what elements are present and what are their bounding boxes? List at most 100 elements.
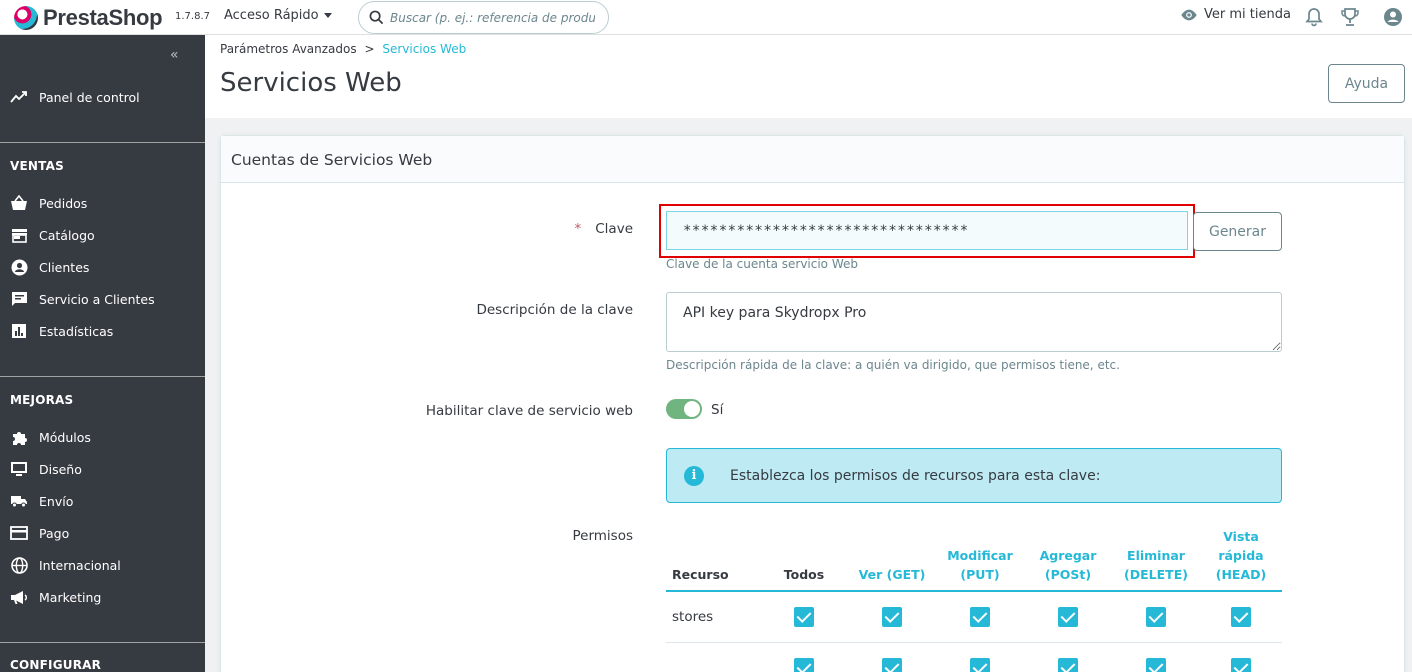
- caret-down-icon: [323, 13, 332, 18]
- checkbox-head[interactable]: [1231, 606, 1251, 627]
- enable-label: Habilitar clave de servicio web: [425, 403, 633, 419]
- column-header-head[interactable]: Vista rápida (HEAD): [1200, 527, 1282, 592]
- sidebar-item-catalog[interactable]: Catálogo: [10, 226, 95, 244]
- sidebar-item-label: Diseño: [39, 461, 82, 477]
- top-bar: PrestaShop 1.7.8.7 Acceso Rápido Ver mi …: [0, 0, 1412, 35]
- sidebar-item-label: Pago: [39, 525, 70, 541]
- checkbox-put[interactable]: [970, 657, 990, 672]
- trending-up-icon: [10, 88, 28, 106]
- sidebar-item-shipping[interactable]: Envío: [10, 492, 73, 510]
- breadcrumb: Parámetros Avanzados > Servicios Web: [220, 42, 466, 56]
- sidebar-item-payment[interactable]: Pago: [10, 524, 69, 542]
- description-textarea[interactable]: API key para Skydropx Pro: [666, 292, 1282, 352]
- search-input[interactable]: [390, 10, 595, 25]
- page-title: Servicios Web: [220, 68, 402, 98]
- store-icon: [10, 226, 28, 244]
- column-header-get[interactable]: Ver (GET): [848, 527, 936, 592]
- generate-button[interactable]: Generar: [1193, 212, 1282, 251]
- credit-card-icon: [10, 524, 28, 542]
- basket-icon: [10, 194, 28, 212]
- divider: [0, 642, 205, 643]
- section-title-configurar: CONFIGURAR: [10, 658, 102, 672]
- search-box[interactable]: [358, 1, 609, 34]
- section-title-mejoras: MEJORAS: [10, 393, 74, 407]
- column-header-put[interactable]: Modificar (PUT): [936, 527, 1024, 592]
- checkbox-get[interactable]: [882, 606, 902, 627]
- description-help-text: Descripción rápida de la clave: a quién …: [666, 358, 1120, 372]
- column-header-delete[interactable]: Eliminar (DELETE): [1112, 527, 1200, 592]
- sidebar: « Panel de control VENTAS Pedidos Catálo…: [0, 35, 205, 672]
- sidebar-item-label: Estadísticas: [39, 323, 114, 339]
- section-title-ventas: VENTAS: [10, 159, 64, 173]
- sidebar-item-dashboard[interactable]: Panel de control: [10, 88, 140, 106]
- account-circle-icon: [10, 258, 28, 276]
- monitor-icon: [10, 460, 28, 478]
- quick-access-label: Acceso Rápido: [224, 8, 319, 23]
- info-alert: i Establezca los permisos de recursos pa…: [666, 448, 1282, 503]
- sidebar-item-modules[interactable]: Módulos: [10, 428, 91, 446]
- prestashop-logo-icon: [14, 6, 38, 30]
- table-row: [666, 642, 1282, 672]
- sidebar-item-stats[interactable]: Estadísticas: [10, 322, 113, 340]
- sidebar-item-orders[interactable]: Pedidos: [10, 194, 87, 212]
- sidebar-item-label: Pedidos: [39, 195, 88, 211]
- truck-icon: [10, 492, 28, 510]
- enable-toggle[interactable]: [666, 399, 702, 419]
- collapse-menu-icon[interactable]: «: [170, 47, 179, 63]
- table-row: stores: [666, 591, 1282, 643]
- checkbox-post[interactable]: [1058, 606, 1078, 627]
- brand-name: PrestaShop: [43, 5, 163, 30]
- checkbox-delete[interactable]: [1146, 657, 1166, 672]
- card-title: Cuentas de Servicios Web: [231, 151, 433, 169]
- toggle-knob: [684, 401, 700, 417]
- trophy-icon[interactable]: [1339, 6, 1361, 28]
- key-label-text: Clave: [595, 221, 633, 237]
- sidebar-item-label: Servicio a Clientes: [39, 291, 155, 307]
- sidebar-item-label: Envío: [39, 493, 74, 509]
- enable-state-label: Sí: [711, 402, 724, 418]
- info-text: Establezca los permisos de recursos para…: [730, 468, 1101, 484]
- sidebar-item-label: Catálogo: [39, 227, 95, 243]
- checkbox-put[interactable]: [970, 606, 990, 627]
- help-button[interactable]: Ayuda: [1328, 64, 1405, 103]
- checkbox-delete[interactable]: [1146, 606, 1166, 627]
- sidebar-item-customer-service[interactable]: Servicio a Clientes: [10, 290, 155, 308]
- version-label: 1.7.8.7: [175, 11, 210, 22]
- resource-name: stores: [666, 591, 760, 643]
- view-store-link[interactable]: Ver mi tienda: [1180, 7, 1291, 22]
- checkbox-post[interactable]: [1058, 657, 1078, 672]
- checkbox-get[interactable]: [882, 657, 902, 672]
- user-account-icon[interactable]: [1382, 6, 1404, 28]
- column-header-post[interactable]: Agregar (POSt): [1024, 527, 1112, 592]
- checkbox-head[interactable]: [1231, 657, 1251, 672]
- checkbox-all[interactable]: [794, 657, 814, 672]
- bell-icon[interactable]: [1303, 6, 1325, 28]
- breadcrumb-current: Servicios Web: [382, 42, 467, 56]
- sidebar-item-international[interactable]: Internacional: [10, 556, 121, 574]
- checkbox-all[interactable]: [794, 606, 814, 627]
- sidebar-item-label: Módulos: [39, 429, 91, 445]
- card-header: Cuentas de Servicios Web: [221, 136, 1404, 183]
- breadcrumb-separator: >: [364, 42, 375, 56]
- prestashop-logo[interactable]: PrestaShop: [14, 5, 163, 31]
- permissions-label: Permisos: [572, 528, 633, 544]
- sidebar-item-label: Internacional: [39, 557, 121, 573]
- resource-name: [666, 642, 760, 672]
- sidebar-item-label: Marketing: [39, 589, 102, 605]
- description-label: Descripción de la clave: [476, 302, 633, 318]
- sidebar-item-design[interactable]: Diseño: [10, 460, 82, 478]
- sidebar-item-marketing[interactable]: Marketing: [10, 588, 101, 606]
- puzzle-icon: [10, 428, 28, 446]
- chat-icon: [10, 290, 28, 308]
- column-header-resource: Recurso: [666, 527, 760, 592]
- sidebar-item-label: Clientes: [39, 259, 90, 275]
- divider: [0, 376, 205, 377]
- permissions-table: Recurso Todos Ver (GET) Modificar (PUT) …: [666, 527, 1282, 672]
- eye-icon: [1181, 9, 1197, 20]
- key-input[interactable]: [666, 211, 1188, 250]
- sidebar-item-customers[interactable]: Clientes: [10, 258, 89, 276]
- required-marker: *: [574, 221, 582, 237]
- quick-access-dropdown[interactable]: Acceso Rápido: [224, 8, 332, 23]
- globe-icon: [10, 556, 28, 574]
- breadcrumb-parent[interactable]: Parámetros Avanzados: [220, 42, 357, 56]
